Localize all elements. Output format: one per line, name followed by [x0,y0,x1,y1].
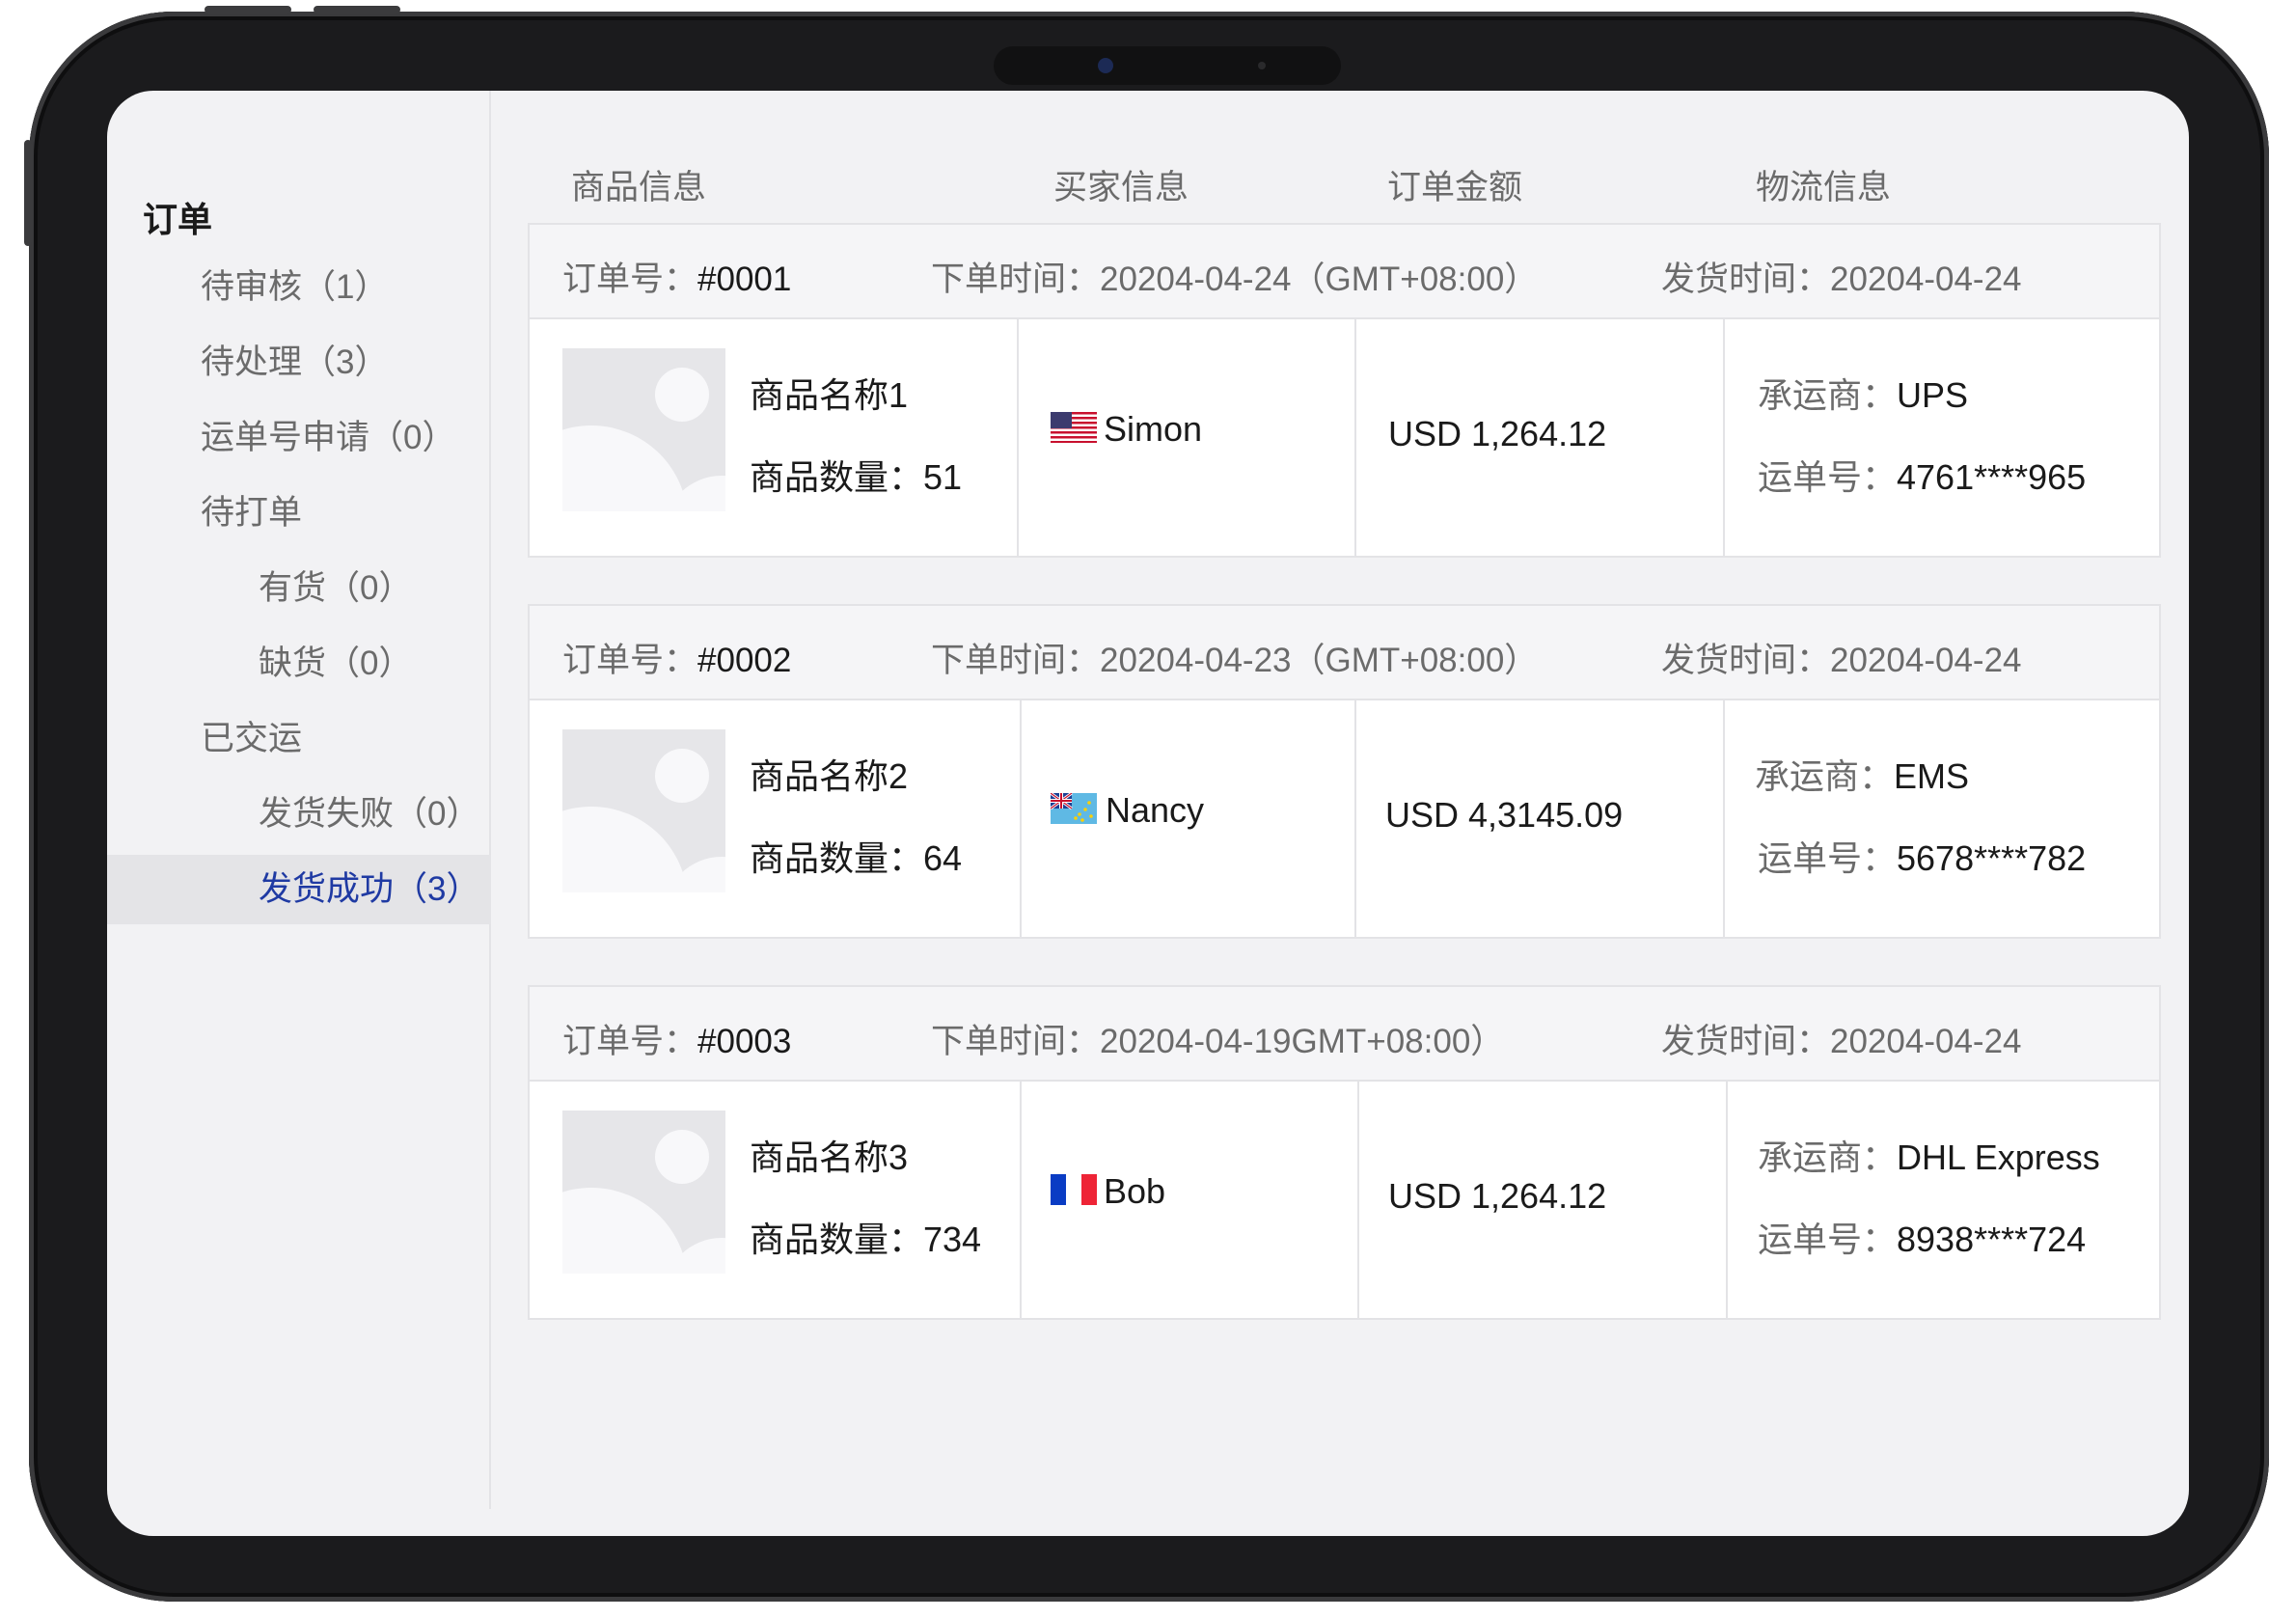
power-button [24,140,32,246]
sensor-icon [1258,62,1266,69]
carrier: 承运商：EMS [1755,756,1970,796]
sidebar-item-tracking-request[interactable]: 运单号申请（0） [107,403,491,473]
sidebar-item-pending-review[interactable]: 待审核（1） [107,253,491,322]
tracking-number[interactable]: 运单号：5678****782 [1758,831,2086,881]
order-card[interactable]: 订单号：#0003 下单时间：20204-04-19GMT+08:00） 发货时… [528,985,2161,1320]
buyer-name[interactable]: Bob [1104,1171,1165,1212]
sidebar-item-out-of-stock[interactable]: 缺货（0） [107,629,491,699]
product-name: 商品名称2 [750,756,909,796]
buyer-name[interactable]: Nancy [1106,790,1204,831]
order-time: 下单时间：20204-04-24（GMT+08:00） [931,261,1539,298]
sidebar-item-shipped[interactable]: 已交运 [107,704,491,774]
column-header-buyer: 买家信息 [1053,169,1189,206]
product-image-placeholder-icon [562,348,725,511]
front-camera-icon [1098,58,1113,73]
carrier: 承运商：DHL Express [1758,1138,2100,1177]
order-header: 订单号：#0001 下单时间：20204-04-24（GMT+08:00） 发货… [530,225,2159,319]
ship-time: 发货时间：20204-04-24 [1661,261,2022,298]
volume-button [314,6,400,14]
product-quantity: 商品数量：734 [750,1220,982,1259]
sidebar-item-ship-failed[interactable]: 发货失败（0） [107,780,491,849]
order-header: 订单号：#0002 下单时间：20204-04-23（GMT+08:00） 发货… [530,606,2159,700]
france-flag-icon [1051,1174,1097,1205]
order-amount: USD 1,264.12 [1388,1176,1607,1216]
order-body: 商品名称3 商品数量：734 Bob USD 1,264.12 承运商：DHL … [530,1082,2159,1318]
sidebar-item-pending-process[interactable]: 待处理（3） [107,328,491,398]
order-card[interactable]: 订单号：#0002 下单时间：20204-04-23（GMT+08:00） 发货… [528,604,2161,939]
order-number: 订单号：#0003 [562,1023,792,1060]
sidebar-title: 订单 [143,200,213,239]
order-header: 订单号：#0003 下单时间：20204-04-19GMT+08:00） 发货时… [530,987,2159,1082]
order-card[interactable]: 订单号：#0001 下单时间：20204-04-24（GMT+08:00） 发货… [528,223,2161,558]
product-name: 商品名称1 [750,375,909,415]
app-screen: 订单 待审核（1） 待处理（3） 运单号申请（0） 待打单 有货（0） 缺货（0… [107,91,2189,1536]
product-name: 商品名称3 [750,1138,909,1177]
sidebar-item-ship-success[interactable]: 发货成功（3） [107,855,491,924]
sidebar: 订单 待审核（1） 待处理（3） 运单号申请（0） 待打单 有货（0） 缺货（0… [107,91,491,1509]
carrier: 承运商：UPS [1758,375,1969,415]
ship-time: 发货时间：20204-04-24 [1661,1023,2022,1060]
camera-bar [994,46,1341,85]
us-flag-icon [1051,412,1097,443]
buyer-name[interactable]: Simon [1104,409,1202,450]
order-body: 商品名称1 商品数量：51 Simon USD 1,264.12 承运商：UPS… [530,319,2159,556]
product-image-placeholder-icon [562,729,725,892]
tracking-number[interactable]: 运单号：4761****965 [1758,450,2086,500]
sidebar-item-in-stock[interactable]: 有货（0） [107,554,491,623]
column-header-product: 商品信息 [571,169,707,206]
order-time: 下单时间：20204-04-19GMT+08:00） [931,1023,1505,1060]
product-quantity: 商品数量：51 [750,457,963,497]
order-time: 下单时间：20204-04-23（GMT+08:00） [931,642,1539,679]
tuvalu-flag-icon [1051,793,1097,824]
order-body: 商品名称2 商品数量：64 Nancy USD 4,3145.09 承运商：EM… [530,700,2159,937]
order-number: 订单号：#0002 [562,642,792,679]
order-number: 订单号：#0001 [562,261,792,298]
sidebar-item-to-print[interactable]: 待打单 [107,479,491,548]
tracking-number[interactable]: 运单号：8938****724 [1758,1212,2086,1262]
order-amount: USD 1,264.12 [1388,414,1607,453]
column-header-logistics: 物流信息 [1756,169,1892,206]
volume-button [205,6,291,14]
product-image-placeholder-icon [562,1111,725,1274]
order-amount: USD 4,3145.09 [1385,795,1624,835]
product-quantity: 商品数量：64 [750,838,963,878]
column-header-amount: 订单金额 [1387,169,1523,206]
ship-time: 发货时间：20204-04-24 [1661,642,2022,679]
